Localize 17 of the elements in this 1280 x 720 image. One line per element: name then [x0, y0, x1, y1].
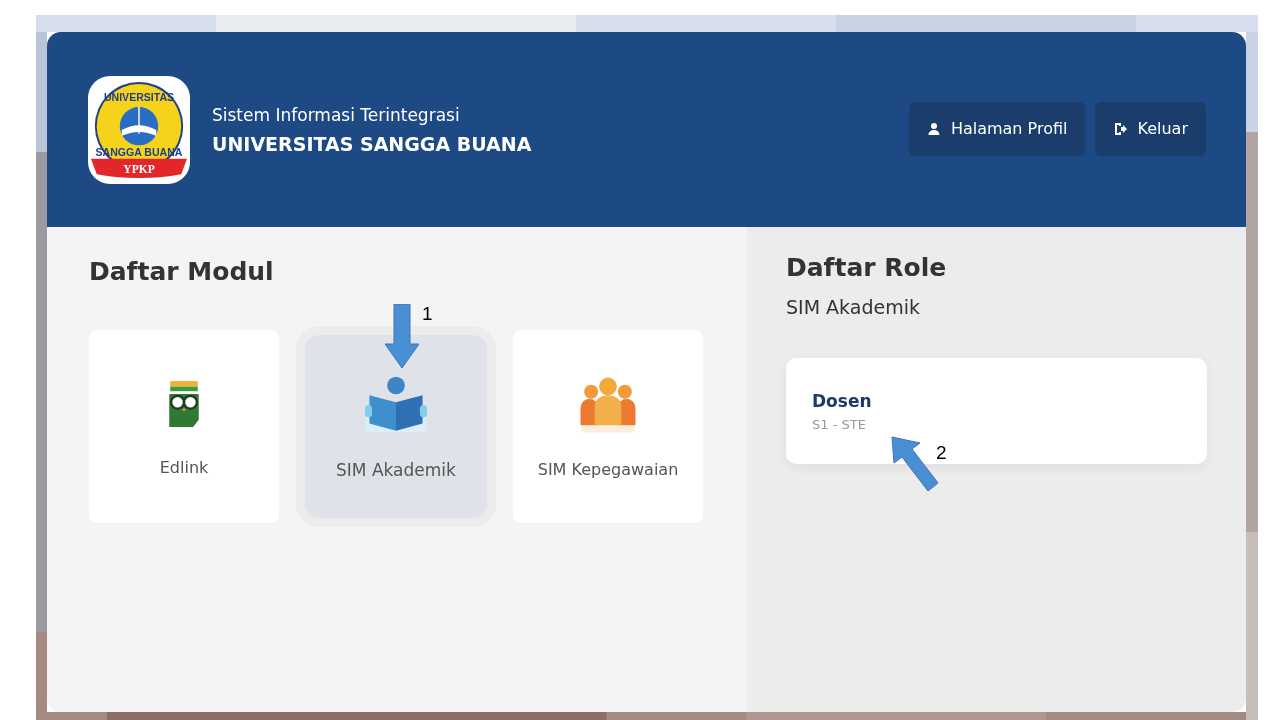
callout-arrow	[385, 304, 419, 368]
module-card[interactable]: Edlink	[89, 330, 279, 523]
person-icon	[926, 121, 941, 136]
callout-number: 1	[422, 303, 433, 325]
module-card[interactable]: SIM Kepegawaian	[513, 330, 703, 523]
callout-number: 2	[936, 442, 947, 464]
section-heading: Daftar Modul	[89, 257, 275, 286]
logo-text: YPKP	[123, 162, 155, 175]
app-subtitle: Sistem Informasi Terintegrasi	[212, 104, 461, 125]
logout-button[interactable]: Keluar	[1095, 101, 1206, 156]
section-heading: Daftar Role	[786, 253, 947, 282]
selected-module-name: SIM Akademik	[786, 296, 920, 318]
role-name: Dosen	[812, 390, 872, 411]
profile-button[interactable]: Halaman Profil	[908, 101, 1086, 156]
exit-icon	[1113, 121, 1128, 136]
university-title: UNIVERSITAS SANGGA BUANA	[212, 132, 532, 155]
role-unit: S1 - STE	[812, 416, 866, 432]
